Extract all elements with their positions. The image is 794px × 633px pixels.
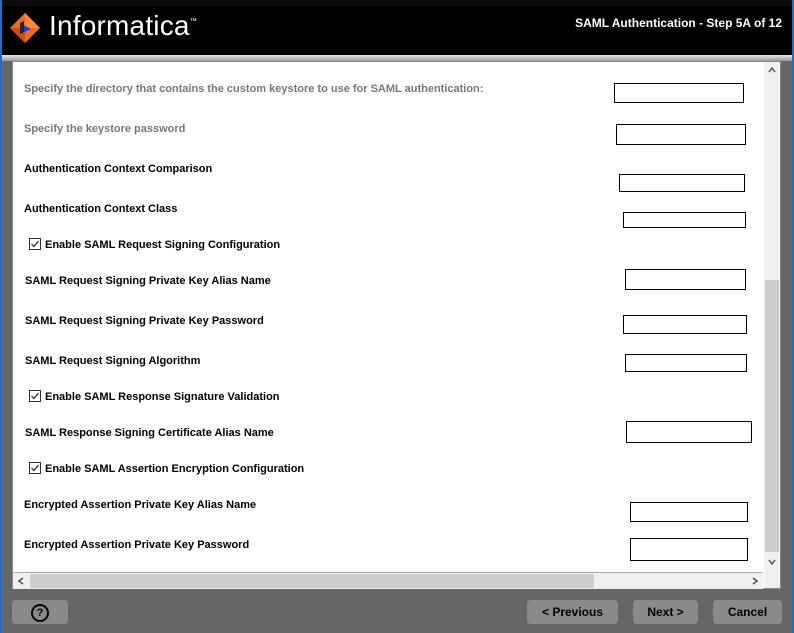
response-cert-alias-label: SAML Response Signing Certificate Alias …: [25, 427, 274, 439]
assertion-key-alias-label: Encrypted Assertion Private Key Alias Na…: [24, 499, 257, 511]
brand-text: Informatica: [49, 10, 190, 41]
request-algorithm-label: SAML Request Signing Algorithm: [25, 355, 201, 367]
request-key-alias-input[interactable]: [625, 269, 746, 290]
informatica-logo-icon: [10, 13, 40, 43]
response-cert-alias-input[interactable]: [626, 421, 752, 443]
vertical-scrollbar[interactable]: [764, 62, 780, 572]
trademark: ™: [189, 18, 197, 25]
keystore-password-input[interactable]: [616, 124, 746, 145]
keystore-dir-input[interactable]: [614, 83, 744, 103]
request-key-password-label: SAML Request Signing Private Key Passwor…: [25, 315, 264, 327]
scroll-content: Specify the directory that contains the …: [13, 62, 763, 572]
scroll-down-arrow-icon[interactable]: [764, 554, 780, 570]
enable-response-validation-checkbox[interactable]: [29, 390, 41, 402]
keystore-password-label: Specify the keystore password: [24, 123, 186, 135]
previous-button[interactable]: < Previous: [527, 600, 618, 624]
checkmark-icon: [31, 392, 40, 400]
vertical-scroll-thumb[interactable]: [765, 280, 779, 552]
enable-assertion-encryption-label[interactable]: Enable SAML Assertion Encryption Configu…: [45, 463, 304, 475]
keystore-dir-label: Specify the directory that contains the …: [24, 83, 484, 95]
auth-context-class-label: Authentication Context Class: [24, 203, 178, 215]
auth-context-comparison-input[interactable]: [619, 174, 745, 192]
horizontal-scroll-thumb[interactable]: [30, 574, 594, 588]
scroll-right-arrow-icon[interactable]: [747, 573, 763, 589]
step-title: SAML Authentication - Step 5A of 12: [575, 16, 782, 30]
header-bar: Informatica™ SAML Authentication - Step …: [2, 0, 792, 55]
enable-response-validation-label[interactable]: Enable SAML Response Signature Validatio…: [45, 391, 280, 403]
assertion-key-alias-input[interactable]: [630, 502, 748, 522]
enable-assertion-encryption-checkbox[interactable]: [29, 462, 41, 474]
scroll-up-arrow-icon[interactable]: [764, 62, 780, 78]
form-panel: Specify the directory that contains the …: [12, 61, 781, 589]
next-button[interactable]: Next >: [633, 600, 698, 624]
assertion-key-password-label: Encrypted Assertion Private Key Password: [24, 539, 250, 551]
horizontal-scrollbar[interactable]: [13, 572, 763, 589]
assertion-key-password-input[interactable]: [630, 538, 748, 561]
request-key-alias-label: SAML Request Signing Private Key Alias N…: [25, 275, 271, 287]
auth-context-comparison-label: Authentication Context Comparison: [24, 163, 213, 175]
brand-name: Informatica™: [49, 10, 197, 42]
scroll-left-arrow-icon[interactable]: [13, 573, 29, 589]
scroll-corner: [764, 572, 780, 588]
request-key-password-input[interactable]: [623, 315, 747, 334]
help-button[interactable]: ?: [12, 600, 68, 624]
help-icon: ?: [31, 604, 49, 622]
cancel-button[interactable]: Cancel: [713, 600, 782, 624]
request-algorithm-input[interactable]: [625, 354, 747, 372]
window-border-left: [0, 0, 2, 633]
enable-request-signing-label[interactable]: Enable SAML Request Signing Configuratio…: [45, 239, 280, 251]
checkmark-icon: [31, 240, 40, 248]
enable-request-signing-checkbox[interactable]: [29, 238, 41, 250]
auth-context-class-input[interactable]: [623, 212, 746, 228]
checkmark-icon: [31, 464, 40, 472]
header-top-strip: [2, 0, 792, 6]
